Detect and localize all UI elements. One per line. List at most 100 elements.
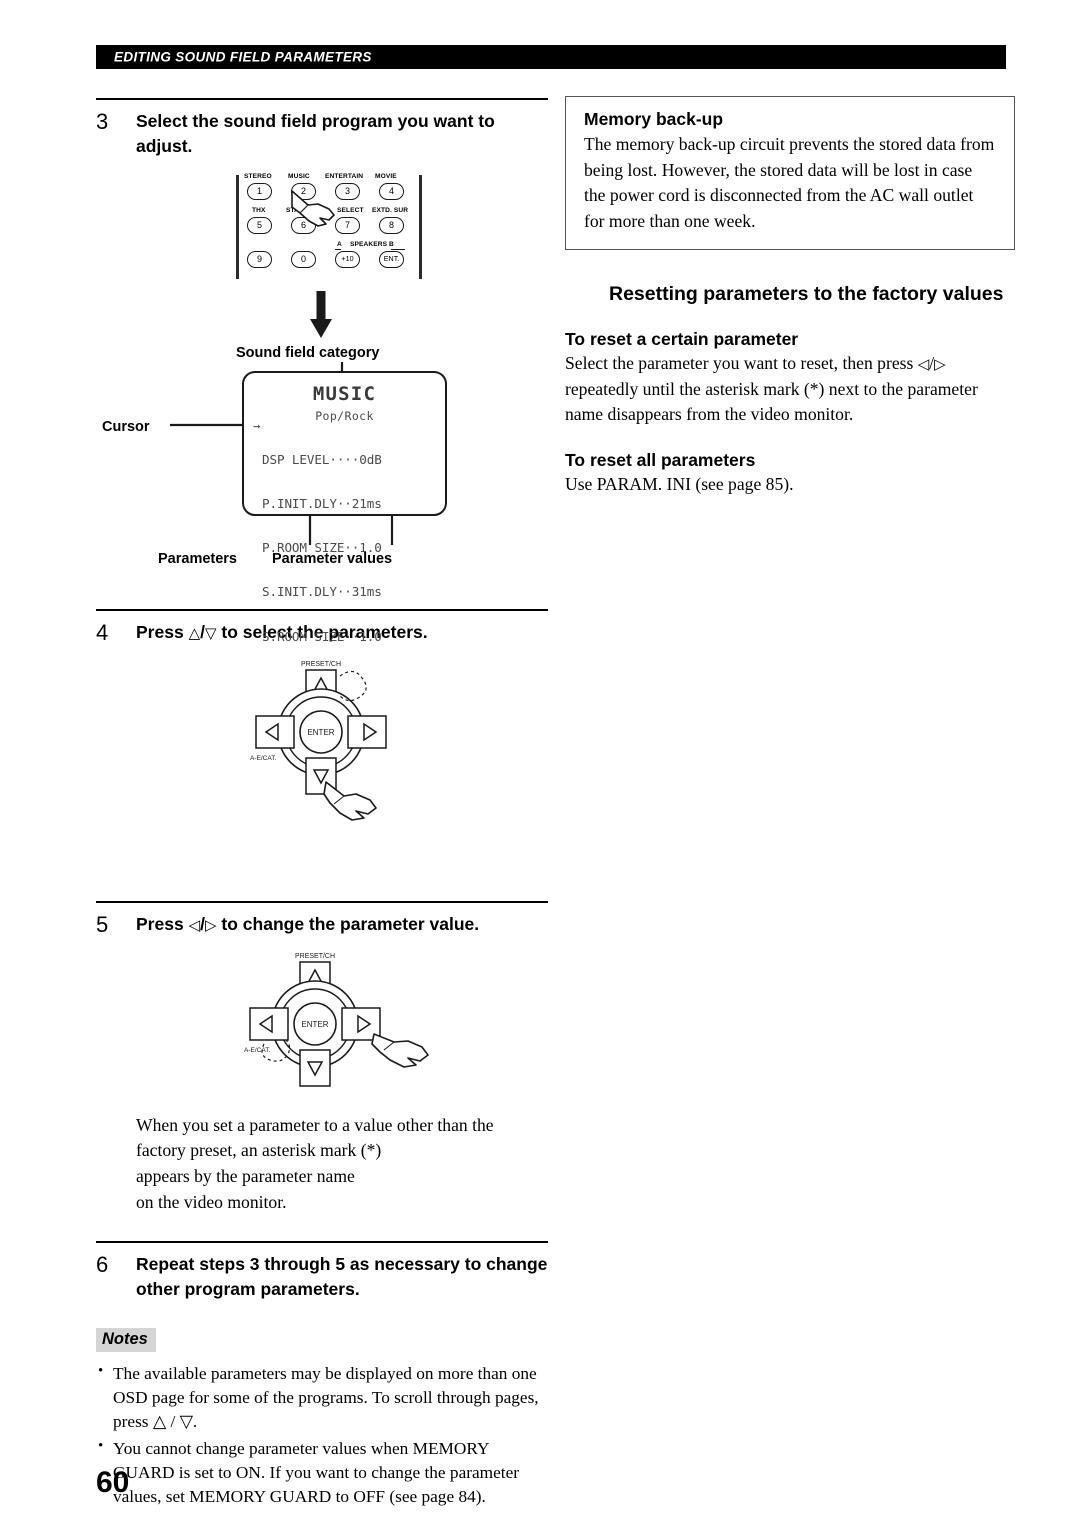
step-6: 6 Repeat steps 3 through 5 as necessary … xyxy=(96,1252,548,1302)
left-column: 3 Select the sound field program you wan… xyxy=(96,98,548,1511)
remote-key-9[interactable]: 9 xyxy=(247,250,272,268)
running-header-text: EDITING SOUND FIELD PARAMETERS xyxy=(114,49,372,65)
rule-step3 xyxy=(96,98,548,100)
remote-edge-right xyxy=(419,174,422,279)
running-header-bar: EDITING SOUND FIELD PARAMETERS xyxy=(96,45,1006,69)
cursor-pad-diagram: PRESET/CH ENTER A-E/CAT. xyxy=(250,661,387,821)
page-number: 60 xyxy=(96,1466,130,1499)
osd-text-block: MUSIC Pop/Rock DSP LEVEL····0dB P.INIT.D… xyxy=(244,382,445,674)
remote-label-standard: STANDARD xyxy=(286,206,324,214)
osd-screen: → MUSIC Pop/Rock DSP LEVEL····0dB P.INIT… xyxy=(242,370,447,643)
pad-enter-label: ENTER xyxy=(307,728,334,737)
asterisk-explanation-line: When you set a parameter to a value othe… xyxy=(136,1114,494,1135)
cursor-pad-figure-step5: PRESET/CH ENTER A-E/CAT. xyxy=(96,946,548,1101)
speakers-bracket-left xyxy=(335,248,341,250)
remote-key-0[interactable]: 0 xyxy=(291,250,316,268)
step-5-number: 5 xyxy=(96,911,109,937)
remote-key-3[interactable]: 3 xyxy=(335,182,360,200)
remote-edge-left xyxy=(236,174,239,279)
remote-key-6[interactable]: 6 xyxy=(291,216,316,234)
remote-key-4[interactable]: 4 xyxy=(379,182,404,200)
remote-key-1[interactable]: 1 xyxy=(247,182,272,200)
pointing-hand-icon xyxy=(323,780,377,821)
note-item: You cannot change parameter values when … xyxy=(96,1436,548,1510)
osd-row: P.INIT.DLY··21ms xyxy=(262,495,382,511)
osd-row: S.INIT.DLY··31ms xyxy=(262,584,382,600)
osd-figure: Sound field category Cursor Parameters P… xyxy=(96,345,548,643)
remote-label-select: SELECT xyxy=(337,206,364,214)
pad-aecat-label: A-E/CAT. xyxy=(250,755,276,762)
remote-key-enter[interactable]: ENT. xyxy=(379,250,404,268)
remote-key-5[interactable]: 5 xyxy=(247,216,272,234)
rule-step5 xyxy=(96,900,548,903)
note-item: The available parameters may be displaye… xyxy=(96,1361,548,1435)
osd-category: MUSIC xyxy=(312,382,377,405)
flow-arrow-container xyxy=(96,289,548,343)
subheading-reset-certain: To reset a certain parameter xyxy=(565,329,799,350)
step-6-text: Repeat steps 3 through 5 as necessary to… xyxy=(136,1254,548,1300)
asterisk-explanation-line: factory preset, an asterisk mark (*) xyxy=(136,1140,382,1161)
remote-label-speakers-b: SPEAKERS B xyxy=(350,240,394,248)
osd-row: P.ROOM SIZE··1.0 xyxy=(262,540,382,556)
memory-backup-box: Memory back-up The memory back-up circui… xyxy=(565,96,1015,250)
cursor-pad-figure-step4: PRESET/CH ENTER A-E/CAT. xyxy=(96,654,548,829)
pad-enter-label: ENTER xyxy=(301,1020,328,1029)
remote-key-2[interactable]: 2 xyxy=(291,182,316,200)
notes-list: The available parameters may be displaye… xyxy=(96,1361,548,1510)
manual-page: EDITING SOUND FIELD PARAMETERS 3 Select … xyxy=(0,0,1080,1526)
arrow-down-icon xyxy=(310,290,332,338)
remote-key-8[interactable]: 8 xyxy=(379,216,404,234)
speakers-bracket-right xyxy=(391,248,405,250)
step-3-text: Select the sound field program you want … xyxy=(136,111,495,156)
left-triangle-icon: ◁ xyxy=(917,355,930,374)
remote-key-7[interactable]: 7 xyxy=(335,216,360,234)
step-4-number: 4 xyxy=(96,619,109,645)
asterisk-explanation-line: on the video monitor. xyxy=(136,1191,287,1212)
memory-backup-title: Memory back-up xyxy=(584,109,724,129)
cursor-pad-diagram: PRESET/CH ENTER A-E/CAT. xyxy=(244,953,429,1087)
reset-certain-body: Select the parameter you want to reset, … xyxy=(565,351,1015,428)
section-title-resetting: Resetting parameters to the factory valu… xyxy=(609,282,1004,305)
pad-preset-label: PRESET/CH xyxy=(295,953,335,960)
step-6-number: 6 xyxy=(96,1252,109,1278)
remote-label-extd-sur: EXTD. SUR xyxy=(372,206,409,214)
right-column: Memory back-up The memory back-up circui… xyxy=(565,96,1015,498)
reset-all-body: Use PARAM. INI (see page 85). xyxy=(565,474,794,495)
notes-section: Notes The available parameters may be di… xyxy=(96,1327,548,1510)
pad-preset-label: PRESET/CH xyxy=(301,661,341,668)
osd-row: DSP LEVEL····0dB xyxy=(262,451,382,467)
notes-title: Notes xyxy=(96,1327,156,1352)
asterisk-explanation-line: appears by the parameter name xyxy=(136,1165,355,1186)
remote-label-movie: MOVIE xyxy=(375,172,397,180)
osd-program-name: Pop/Rock xyxy=(315,408,374,423)
remote-label-music: MUSIC xyxy=(288,172,310,180)
osd-row: S.ROOM SIZE··1.0 xyxy=(262,628,382,644)
step-3: 3 Select the sound field program you wan… xyxy=(96,109,548,159)
remote-label-speakers-a: A xyxy=(337,240,342,248)
right-triangle-icon: ▷ xyxy=(934,355,946,374)
asterisk-explanation: When you set a parameter to a value othe… xyxy=(136,1113,548,1216)
step-3-number: 3 xyxy=(96,109,109,134)
step-4-text-before: Press xyxy=(136,621,184,642)
memory-backup-body: The memory back-up circuit prevents the … xyxy=(584,134,995,232)
step-5-text-before: Press xyxy=(136,913,184,934)
reset-certain-body-part2: repeatedly until the asterisk mark (*) n… xyxy=(565,378,978,425)
step-5-text: Press ◁/▷ to change the parameter value. xyxy=(136,912,548,937)
subheading-reset-all: To reset all parameters xyxy=(565,450,756,471)
remote-keypad-figure: STEREO MUSIC ENTERTAIN MOVIE 1 2 3 4 THX… xyxy=(236,171,422,283)
right-triangle-icon: ▷ xyxy=(204,915,217,934)
step-5-text-after: to change the parameter value. xyxy=(221,913,480,934)
pad-aecat-label: A-E/CAT. xyxy=(244,1047,270,1054)
up-triangle-icon: △ xyxy=(188,623,201,642)
remote-label-thx: THX xyxy=(252,206,266,214)
reset-certain-body-part1: Select the parameter you want to reset, … xyxy=(565,353,914,374)
remote-label-entertain: ENTERTAIN xyxy=(325,172,364,180)
left-triangle-icon: ◁ xyxy=(188,915,201,934)
remote-label-stereo: STEREO xyxy=(244,172,272,180)
down-triangle-icon: ▽ xyxy=(204,623,217,642)
rule-step6 xyxy=(96,1241,548,1244)
pointing-hand-icon xyxy=(371,1032,429,1068)
osd-parameter-rows: DSP LEVEL····0dB P.INIT.DLY··21ms P.ROOM… xyxy=(244,423,445,673)
remote-key-plus10[interactable]: +10 xyxy=(335,250,360,268)
step-5: 5 Press ◁/▷ to change the parameter valu… xyxy=(96,912,548,938)
